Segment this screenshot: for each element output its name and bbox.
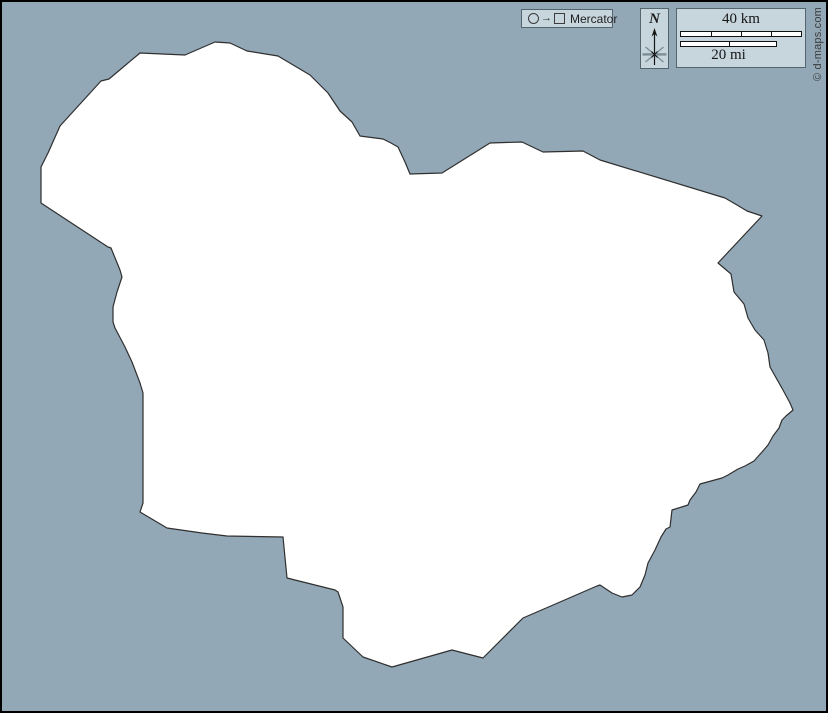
scale-tick	[771, 32, 772, 36]
arrow-right-icon: →	[541, 13, 552, 24]
projection-label: Mercator	[570, 12, 617, 26]
map-page: → Mercator N 40 km 20 mi © d-maps.com	[0, 0, 828, 713]
north-label: N	[641, 12, 668, 27]
scale-tick	[711, 32, 712, 36]
projection-chip: → Mercator	[521, 9, 613, 28]
scale-km-label: 40 km	[677, 11, 805, 28]
projected-square-icon	[554, 13, 565, 24]
map-region-outline	[41, 42, 793, 667]
scale-bar-km	[680, 31, 802, 37]
compass-box: N	[640, 8, 669, 69]
compass-rose-icon	[641, 27, 668, 67]
globe-circle-icon	[528, 13, 539, 24]
scale-mi-label: 20 mi	[680, 47, 777, 64]
scale-box: 40 km 20 mi	[676, 8, 806, 68]
scale-tick	[741, 32, 742, 36]
map-region-svg	[0, 0, 828, 713]
scale-tick	[729, 42, 730, 46]
copyright-text: © d-maps.com	[812, 7, 824, 81]
